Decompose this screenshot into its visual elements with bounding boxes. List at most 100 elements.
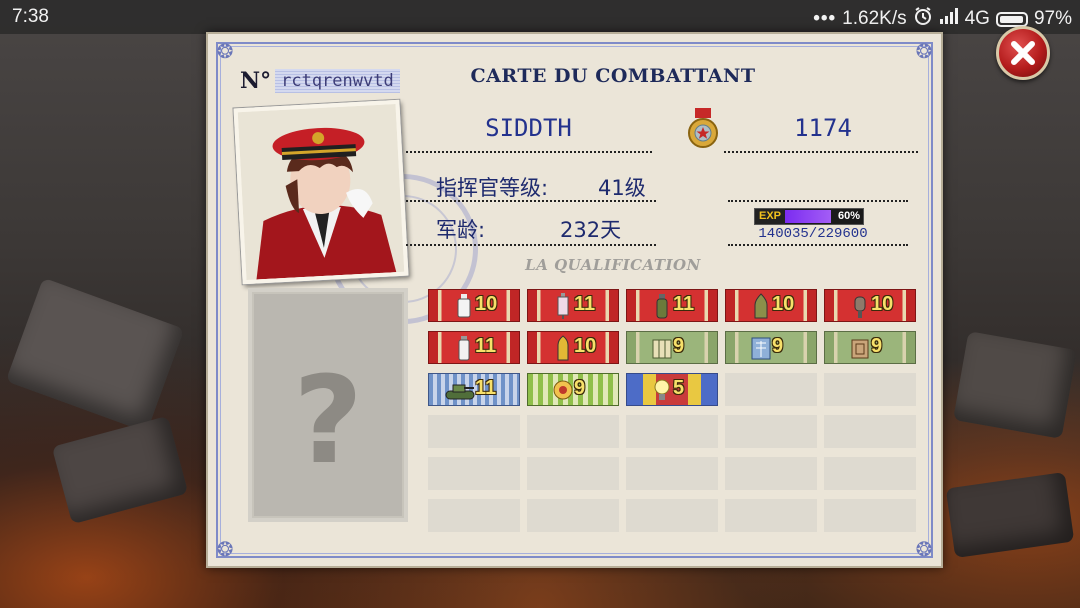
locked-card-slot[interactable]: ? xyxy=(248,288,408,522)
network-speed: 1.62K/s xyxy=(842,8,907,29)
empty-qualification-slot xyxy=(725,373,817,406)
qualification-count: 10 xyxy=(871,293,894,315)
lightbulb-icon xyxy=(651,377,673,403)
qualification-badge[interactable]: 9 xyxy=(527,373,619,406)
combatant-card: ❂ ❂ ❂ ❂ N° rctqrenwvtd CARTE DU COMBATTA… xyxy=(206,32,943,568)
service-age-label: 军龄: xyxy=(436,218,486,242)
close-icon xyxy=(1011,41,1035,65)
exp-progress-text: 140035/229600 xyxy=(758,226,868,242)
more-dots-icon: ••• xyxy=(813,8,837,29)
qualification-count: 5 xyxy=(673,377,685,399)
battery-icon xyxy=(995,11,1028,27)
commander-name: SIDDTH xyxy=(485,114,572,142)
commander-level-label: 指挥官等级: xyxy=(436,176,549,200)
question-mark-icon: ? xyxy=(293,352,363,491)
network-type: 4G xyxy=(964,8,990,29)
empty-qualification-slot xyxy=(527,415,619,448)
qualification-badge[interactable]: 11 xyxy=(626,289,718,322)
corner-ornament-icon: ❂ xyxy=(915,39,933,63)
qualification-badge[interactable]: 9 xyxy=(626,331,718,364)
background-rock xyxy=(953,331,1077,439)
qualification-count: 10 xyxy=(772,293,795,315)
qualification-badge[interactable]: 10 xyxy=(824,289,916,322)
qualification-count: 9 xyxy=(574,377,586,399)
background-rock xyxy=(5,277,185,433)
qualification-title: LA QUALIFICATION xyxy=(525,256,701,274)
close-button[interactable] xyxy=(996,26,1050,80)
service-age-value: 232天 xyxy=(560,218,622,242)
alarm-icon xyxy=(913,6,933,32)
serial-number: N° rctqrenwvtd xyxy=(240,68,400,94)
status-bar: 7:38 ••• 1.62K/s 4G 97% xyxy=(0,0,1080,34)
qualification-count: 11 xyxy=(475,335,497,357)
qualification-badge[interactable]: 11 xyxy=(527,289,619,322)
blueprint-icon xyxy=(750,335,772,361)
qualification-badge[interactable]: 10 xyxy=(428,289,520,322)
status-time: 7:38 xyxy=(12,6,49,27)
qualification-count: 11 xyxy=(574,293,596,315)
commander-level-value: 41级 xyxy=(598,176,646,200)
qualification-badge[interactable]: 11 xyxy=(428,331,520,364)
gear-badge-icon xyxy=(552,377,574,403)
empty-qualification-slot xyxy=(527,457,619,490)
grenade-icon xyxy=(651,293,673,319)
corner-ornament-icon: ❂ xyxy=(216,537,234,561)
battery-percent: 97% xyxy=(1033,8,1072,29)
qualification-badge[interactable]: 10 xyxy=(725,289,817,322)
divider-line xyxy=(406,151,652,153)
empty-qualification-slot xyxy=(626,457,718,490)
background-rock xyxy=(51,415,189,525)
empty-qualification-slot xyxy=(725,415,817,448)
empty-qualification-slot xyxy=(626,499,718,532)
tank-icon xyxy=(445,377,475,403)
portrait-illustration xyxy=(237,103,405,281)
empty-qualification-slot xyxy=(527,499,619,532)
divider-line xyxy=(728,244,908,246)
exp-fill xyxy=(785,210,831,223)
hand-icon xyxy=(849,293,871,319)
empty-qualification-slot xyxy=(824,457,916,490)
corner-ornament-icon: ❂ xyxy=(216,39,234,63)
empty-qualification-slot xyxy=(725,457,817,490)
divider-line xyxy=(406,244,656,246)
exp-bar: EXP 60% xyxy=(754,208,864,225)
empty-qualification-slot xyxy=(824,415,916,448)
qualification-badge[interactable]: 5 xyxy=(626,373,718,406)
serial-value: rctqrenwvtd xyxy=(275,69,400,93)
background-rock xyxy=(945,471,1075,559)
card-title: CARTE DU COMBATTANT xyxy=(470,65,756,87)
qualification-badge[interactable]: 9 xyxy=(824,331,916,364)
commander-portrait[interactable] xyxy=(233,99,409,285)
empty-qualification-slot xyxy=(428,415,520,448)
qualification-count: 10 xyxy=(475,293,498,315)
empty-qualification-slot xyxy=(725,499,817,532)
shell-icon xyxy=(750,293,772,319)
bullet-icon xyxy=(552,335,574,361)
signal-icon xyxy=(939,7,959,31)
qualification-badge[interactable]: 11 xyxy=(428,373,520,406)
empty-qualification-slot xyxy=(626,415,718,448)
score-value: 1174 xyxy=(794,114,852,142)
qualification-count: 11 xyxy=(673,293,695,315)
syringe-icon xyxy=(552,293,574,319)
corner-ornament-icon: ❂ xyxy=(915,537,933,561)
bottle-icon xyxy=(453,293,475,319)
qualification-count: 9 xyxy=(871,335,883,357)
qualification-count: 9 xyxy=(772,335,784,357)
empty-qualification-slot xyxy=(824,373,916,406)
empty-qualification-slot xyxy=(428,499,520,532)
qualification-badge[interactable]: 9 xyxy=(725,331,817,364)
medal-icon xyxy=(687,108,719,154)
qualification-count: 11 xyxy=(475,377,497,399)
qualification-count: 10 xyxy=(574,335,597,357)
empty-qualification-slot xyxy=(824,499,916,532)
qualification-count: 9 xyxy=(673,335,685,357)
crate-icon xyxy=(849,335,871,361)
exp-label: EXP xyxy=(755,209,785,224)
divider-line xyxy=(406,200,656,202)
qualification-badge[interactable]: 10 xyxy=(527,331,619,364)
divider-line xyxy=(728,200,908,202)
empty-qualification-slot xyxy=(428,457,520,490)
vial-icon xyxy=(453,335,475,361)
divider-line xyxy=(724,151,918,153)
